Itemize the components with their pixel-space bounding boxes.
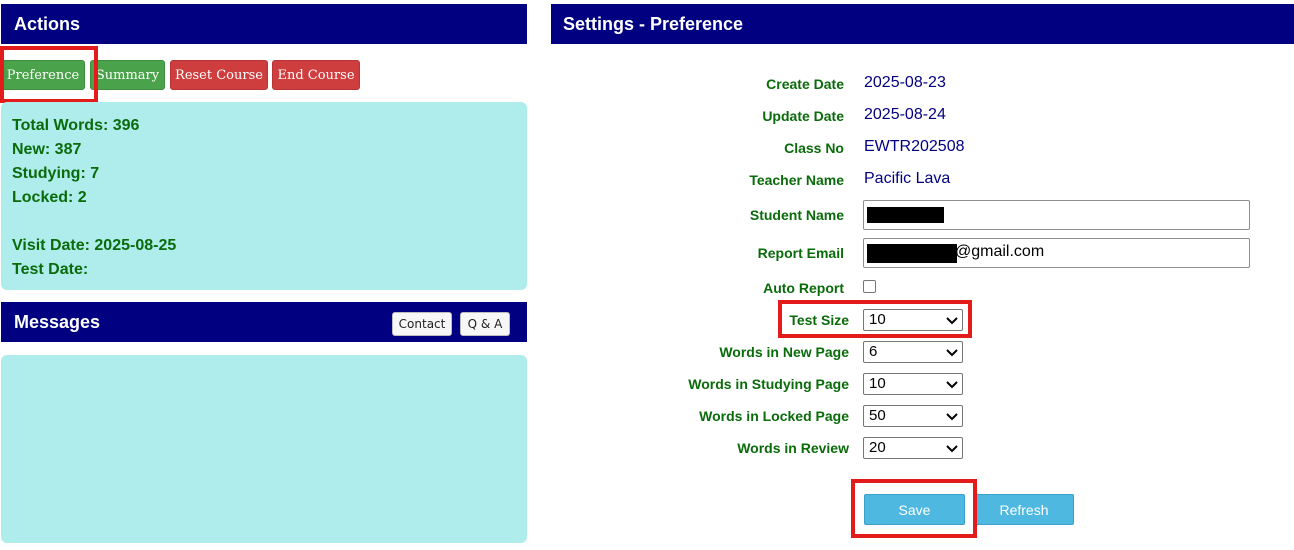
course-stats-panel: Total Words: 396 New: 387 Studying: 7 Lo…: [1, 102, 527, 290]
words-locked-page-label: Words in Locked Page: [699, 408, 849, 424]
chevron-down-icon: [946, 317, 958, 325]
words-studying-page-value: 10: [869, 375, 886, 392]
settings-title: Settings - Preference: [563, 14, 744, 34]
words-review-select[interactable]: 20: [863, 437, 963, 459]
chevron-down-icon: [946, 445, 958, 453]
student-name-label: Student Name: [749, 207, 844, 223]
report-email-label: Report Email: [757, 245, 844, 261]
words-review-value: 20: [869, 439, 886, 456]
report-email-redaction: [867, 244, 957, 263]
locked-words-stat: Locked: 2: [12, 189, 87, 206]
actions-title: Actions: [14, 14, 81, 34]
test-date-stat: Test Date:: [12, 261, 89, 278]
save-button[interactable]: Save: [864, 494, 965, 525]
reset-course-button[interactable]: Reset Course: [170, 60, 268, 90]
summary-button[interactable]: Summary: [90, 60, 165, 90]
update-date-label: Update Date: [762, 108, 844, 124]
test-size-value: 10: [869, 311, 886, 328]
visit-date-stat: Visit Date: 2025-08-25: [12, 237, 177, 254]
chevron-down-icon: [946, 349, 958, 357]
class-no-label: Class No: [784, 140, 844, 156]
teacher-name-value: Pacific Lava: [864, 170, 951, 187]
messages-title: Messages: [14, 312, 101, 332]
words-new-page-label: Words in New Page: [719, 344, 849, 360]
messages-panel: [1, 355, 527, 543]
words-review-label: Words in Review: [737, 440, 849, 456]
chevron-down-icon: [946, 413, 958, 421]
new-words-stat: New: 387: [12, 141, 82, 158]
preference-button[interactable]: Preference: [1, 60, 85, 90]
words-studying-page-label: Words in Studying Page: [688, 376, 849, 392]
class-no-value: EWTR202508: [864, 138, 965, 155]
auto-report-checkbox[interactable]: [863, 280, 876, 293]
teacher-name-label: Teacher Name: [749, 172, 844, 188]
test-size-select[interactable]: 10: [863, 309, 963, 331]
refresh-button[interactable]: Refresh: [974, 494, 1074, 525]
words-studying-page-select[interactable]: 10: [863, 373, 963, 395]
words-new-page-select[interactable]: 6: [863, 341, 963, 363]
words-new-page-value: 6: [869, 343, 878, 360]
total-words-stat: Total Words: 396: [12, 117, 140, 134]
contact-button[interactable]: Contact: [392, 312, 452, 336]
test-size-label: Test Size: [789, 312, 849, 328]
report-email-suffix: @gmail.com: [955, 243, 1045, 260]
qa-button[interactable]: Q & A: [460, 312, 510, 336]
student-name-input[interactable]: [863, 200, 1250, 230]
chevron-down-icon: [946, 381, 958, 389]
stats-spacer: [12, 210, 516, 234]
settings-header: Settings - Preference: [551, 4, 1294, 44]
report-email-input[interactable]: [863, 238, 1250, 268]
auto-report-label: Auto Report: [763, 280, 844, 296]
create-date-value: 2025-08-23: [864, 74, 946, 91]
create-date-label: Create Date: [766, 76, 844, 92]
words-locked-page-select[interactable]: 50: [863, 405, 963, 427]
end-course-button[interactable]: End Course: [272, 60, 360, 90]
words-locked-page-value: 50: [869, 407, 886, 424]
studying-words-stat: Studying: 7: [12, 165, 100, 182]
student-name-redaction: [867, 207, 944, 223]
update-date-value: 2025-08-24: [864, 106, 946, 123]
actions-header: Actions: [1, 4, 527, 44]
